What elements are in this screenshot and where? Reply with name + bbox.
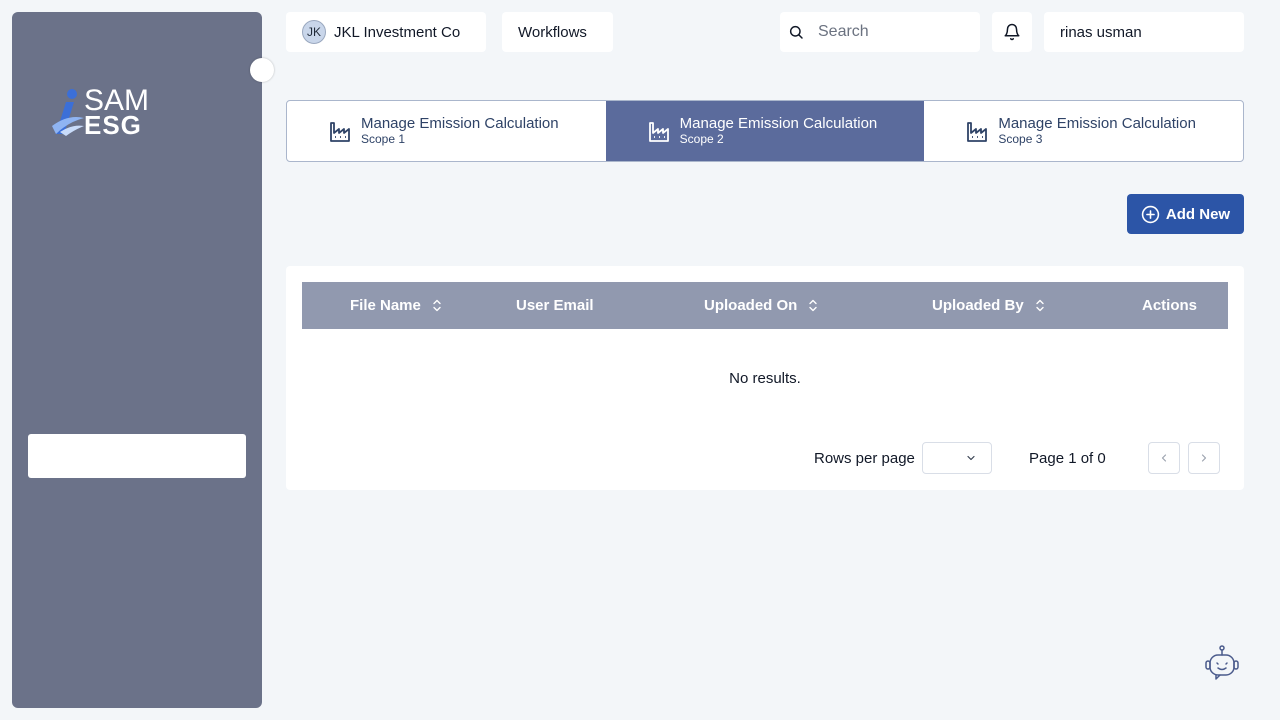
uploads-table-card: File Name User Email Uploaded On Uploade… — [286, 266, 1244, 490]
tab-scope-1[interactable]: Manage Emission Calculation Scope 1 — [287, 101, 606, 161]
rows-per-page-label: Rows per page — [814, 450, 915, 467]
next-page-button[interactable] — [1188, 442, 1220, 474]
factory-icon — [966, 119, 990, 143]
bell-icon — [1004, 23, 1020, 41]
column-label: Uploaded By — [932, 297, 1024, 314]
column-uploaded-on[interactable]: Uploaded On — [704, 282, 818, 329]
sam-esg-logo[interactable]: SAM ESG — [50, 84, 160, 138]
chevron-down-icon — [965, 452, 977, 464]
factory-icon — [648, 119, 672, 143]
tab-title: Manage Emission Calculation — [679, 115, 878, 132]
chevron-left-icon — [1161, 454, 1167, 462]
search-input[interactable] — [818, 23, 968, 41]
tab-scope-2[interactable]: Manage Emission Calculation Scope 2 — [605, 101, 925, 161]
robot-icon — [1205, 645, 1239, 680]
empty-state-text: No results. — [729, 370, 801, 387]
sort-icon[interactable] — [809, 299, 818, 312]
add-new-button[interactable]: Add New — [1127, 194, 1244, 234]
tab-scope-3[interactable]: Manage Emission Calculation Scope 3 — [924, 101, 1243, 161]
search-icon — [789, 25, 803, 39]
page-indicator: Page 1 of 0 — [1029, 450, 1106, 467]
sidebar-blank-field[interactable] — [28, 434, 246, 478]
workflows-label: Workflows — [518, 23, 587, 41]
table-header: File Name User Email Uploaded On Uploade… — [302, 282, 1228, 329]
rows-per-page-select[interactable] — [922, 442, 992, 474]
factory-icon — [329, 119, 353, 143]
tab-subtitle: Scope 1 — [361, 132, 406, 146]
tab-title: Manage Emission Calculation — [361, 115, 559, 132]
notifications-button[interactable] — [992, 12, 1032, 52]
logo-figure-icon — [52, 89, 84, 136]
tab-title: Manage Emission Calculation — [998, 115, 1196, 132]
workflows-button[interactable]: Workflows — [502, 12, 613, 52]
plus-circle-icon — [1141, 205, 1160, 224]
assistant-bot-button[interactable] — [1202, 644, 1242, 684]
add-new-label: Add New — [1165, 205, 1231, 223]
org-avatar: JK — [302, 20, 326, 44]
tab-subtitle: Scope 2 — [679, 132, 724, 146]
column-user-email: User Email — [516, 282, 594, 329]
sort-icon[interactable] — [1035, 299, 1044, 312]
previous-page-button[interactable] — [1148, 442, 1180, 474]
column-file-name[interactable]: File Name — [350, 282, 441, 329]
user-name: rinas usman — [1060, 23, 1142, 41]
tab-subtitle: Scope 3 — [998, 132, 1043, 146]
chevron-right-icon — [1201, 454, 1207, 462]
column-uploaded-by[interactable]: Uploaded By — [932, 282, 1044, 329]
organization-selector[interactable]: JK JKL Investment Co — [286, 12, 486, 52]
column-label: File Name — [350, 297, 421, 314]
sidebar: SAM ESG — [12, 12, 262, 708]
sidebar-collapse-toggle[interactable] — [250, 58, 274, 82]
column-label: User Email — [516, 297, 594, 314]
sort-icon[interactable] — [433, 299, 441, 312]
column-label: Uploaded On — [704, 297, 798, 314]
user-menu[interactable]: rinas usman — [1044, 12, 1244, 52]
search-box[interactable] — [780, 12, 980, 52]
column-label: Actions — [1142, 297, 1198, 314]
org-name: JKL Investment Co — [334, 23, 461, 41]
column-actions: Actions — [1142, 282, 1197, 329]
scope-tabs: Manage Emission Calculation Scope 1 Mana… — [286, 100, 1244, 162]
logo-text-esg: ESG — [84, 110, 142, 140]
